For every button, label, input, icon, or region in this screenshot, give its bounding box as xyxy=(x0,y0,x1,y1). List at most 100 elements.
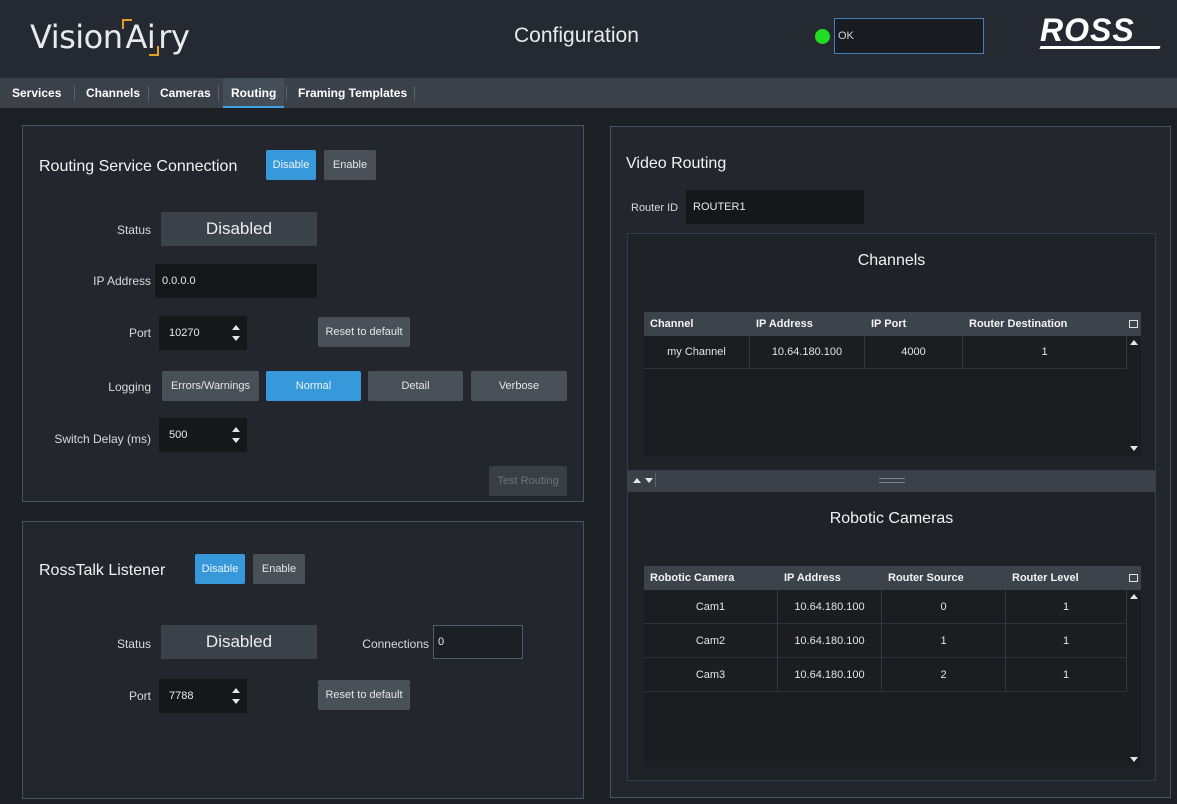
column-chooser-icon xyxy=(1129,320,1138,328)
scroll-down-icon[interactable] xyxy=(1130,757,1138,762)
col-header-robotic-camera[interactable]: Robotic Camera xyxy=(644,566,778,590)
collapse-down-icon[interactable] xyxy=(645,478,653,483)
port-label: Port xyxy=(128,689,151,703)
test-routing-button[interactable]: Test Routing xyxy=(489,466,567,496)
port-stepper[interactable]: 10270 xyxy=(159,316,247,350)
logging-verbose-button[interactable]: Verbose xyxy=(471,371,567,401)
tab-routing[interactable]: Routing xyxy=(223,78,285,108)
rosstalk-panel: RossTalk Listener Disable Enable Status … xyxy=(22,521,584,799)
status-field: OK xyxy=(834,18,984,54)
table-cell[interactable]: 10.64.180.100 xyxy=(750,336,865,369)
collapse-up-icon[interactable] xyxy=(633,478,641,483)
tab-framing-templates[interactable]: Framing Templates xyxy=(290,78,415,108)
spin-arrows-icon[interactable] xyxy=(231,325,241,343)
status-label: Status xyxy=(116,223,151,237)
routing-service-title: Routing Service Connection xyxy=(39,158,238,175)
switch-delay-label: Switch Delay (ms) xyxy=(54,432,151,446)
page-title: Configuration xyxy=(514,24,639,47)
tab-cameras[interactable]: Cameras xyxy=(152,78,219,108)
column-chooser-button[interactable] xyxy=(1127,312,1141,336)
channels-subpanel: Channels Channel IP Address IP Port Rout… xyxy=(627,233,1156,471)
video-routing-panel: Video Routing Router ID ROUTER1 Channels… xyxy=(610,126,1171,798)
spin-arrows-icon[interactable] xyxy=(231,688,241,706)
rosstalk-title: RossTalk Listener xyxy=(39,562,166,579)
table-cell[interactable]: 4000 xyxy=(865,336,963,369)
router-id-input[interactable]: ROUTER1 xyxy=(686,190,864,224)
router-id-label: Router ID xyxy=(631,202,679,214)
routing-status-value: Disabled xyxy=(161,212,317,246)
tab-divider xyxy=(414,86,415,101)
col-header-router-destination[interactable]: Router Destination xyxy=(963,312,1127,336)
col-header-ip-port[interactable]: IP Port xyxy=(865,312,963,336)
table-cell[interactable]: 0 xyxy=(882,590,1006,624)
table-cell[interactable]: 1 xyxy=(1006,590,1127,624)
ip-address-label: IP Address xyxy=(93,274,151,288)
table-cell[interactable]: my Channel xyxy=(644,336,750,369)
status-label: Status xyxy=(116,637,151,651)
robotic-cameras-title: Robotic Cameras xyxy=(829,510,954,527)
routing-service-panel: Routing Service Connection Disable Enabl… xyxy=(22,125,584,502)
table-cell[interactable]: Cam3 xyxy=(644,658,778,692)
routing-enable-button[interactable]: Enable xyxy=(324,150,376,180)
status-indicator-icon xyxy=(815,29,830,44)
table-cell[interactable]: 1 xyxy=(1006,658,1127,692)
table-cell[interactable]: Cam1 xyxy=(644,590,778,624)
ip-address-input[interactable]: 0.0.0.0 xyxy=(155,264,317,298)
robotic-cameras-subpanel: Robotic Cameras Robotic Camera IP Addres… xyxy=(627,491,1156,781)
table-cell[interactable]: 1 xyxy=(963,336,1127,369)
splitter-grip-icon[interactable] xyxy=(879,478,905,479)
port-label: Port xyxy=(128,326,151,340)
table-cell[interactable]: 10.64.180.100 xyxy=(778,658,882,692)
switch-delay-stepper[interactable]: 500 xyxy=(159,418,247,452)
col-header-ip-address[interactable]: IP Address xyxy=(778,566,882,590)
tab-services[interactable]: Services xyxy=(4,78,69,108)
table-cell[interactable]: 10.64.180.100 xyxy=(778,590,882,624)
scroll-up-icon[interactable] xyxy=(1130,340,1138,345)
table-cell[interactable]: 1 xyxy=(1006,624,1127,658)
logging-errors-warnings-button[interactable]: Errors/Warnings xyxy=(162,371,259,401)
logging-detail-button[interactable]: Detail xyxy=(368,371,463,401)
channels-title: Channels xyxy=(857,252,926,269)
tab-divider xyxy=(286,86,287,101)
scroll-up-icon[interactable] xyxy=(1130,594,1138,599)
channels-scrollbar[interactable] xyxy=(1127,336,1141,456)
table-cell[interactable]: 10.64.180.100 xyxy=(778,624,882,658)
routing-disable-button[interactable]: Disable xyxy=(266,150,316,180)
splitter-divider xyxy=(655,473,656,487)
logging-normal-button[interactable]: Normal xyxy=(266,371,361,401)
connections-field: 0 xyxy=(433,625,523,659)
routing-reset-default-button[interactable]: Reset to default xyxy=(318,317,410,347)
tab-bar: Services Channels Cameras Routing Framin… xyxy=(0,78,1177,108)
video-routing-title: Video Routing xyxy=(626,155,727,172)
tab-channels[interactable]: Channels xyxy=(78,78,148,108)
channels-table: Channel IP Address IP Port Router Destin… xyxy=(644,312,1141,456)
connections-label: Connections xyxy=(362,637,429,651)
table-cell[interactable]: Cam2 xyxy=(644,624,778,658)
visionairy-logo: VisionAiry xyxy=(30,18,190,56)
ross-logo: ROSS xyxy=(1040,12,1135,48)
rosstalk-status-value: Disabled xyxy=(161,625,317,659)
rosstalk-disable-button[interactable]: Disable xyxy=(195,554,245,584)
col-header-channel[interactable]: Channel xyxy=(644,312,750,336)
col-header-router-level[interactable]: Router Level xyxy=(1006,566,1127,590)
spin-arrows-icon[interactable] xyxy=(231,427,241,445)
table-cell[interactable]: 2 xyxy=(882,658,1006,692)
app-header: VisionAiry Configuration OK ROSS xyxy=(0,0,1177,78)
rosstalk-port-stepper[interactable]: 7788 xyxy=(159,679,247,713)
robotic-cameras-table: Robotic Camera IP Address Router Source … xyxy=(644,566,1141,767)
column-chooser-button[interactable] xyxy=(1127,566,1141,590)
rosstalk-enable-button[interactable]: Enable xyxy=(253,554,305,584)
col-header-router-source[interactable]: Router Source xyxy=(882,566,1006,590)
tab-divider xyxy=(218,86,219,101)
splitter-grip-line xyxy=(879,482,905,483)
ross-logo-underline xyxy=(1039,46,1161,49)
panel-splitter[interactable] xyxy=(627,471,1156,491)
rosstalk-reset-default-button[interactable]: Reset to default xyxy=(318,680,410,710)
column-chooser-icon xyxy=(1129,574,1138,582)
scroll-down-icon[interactable] xyxy=(1130,446,1138,451)
tab-divider xyxy=(74,86,75,101)
tab-divider xyxy=(148,86,149,101)
col-header-ip-address[interactable]: IP Address xyxy=(750,312,865,336)
cameras-scrollbar[interactable] xyxy=(1127,590,1141,767)
table-cell[interactable]: 1 xyxy=(882,624,1006,658)
